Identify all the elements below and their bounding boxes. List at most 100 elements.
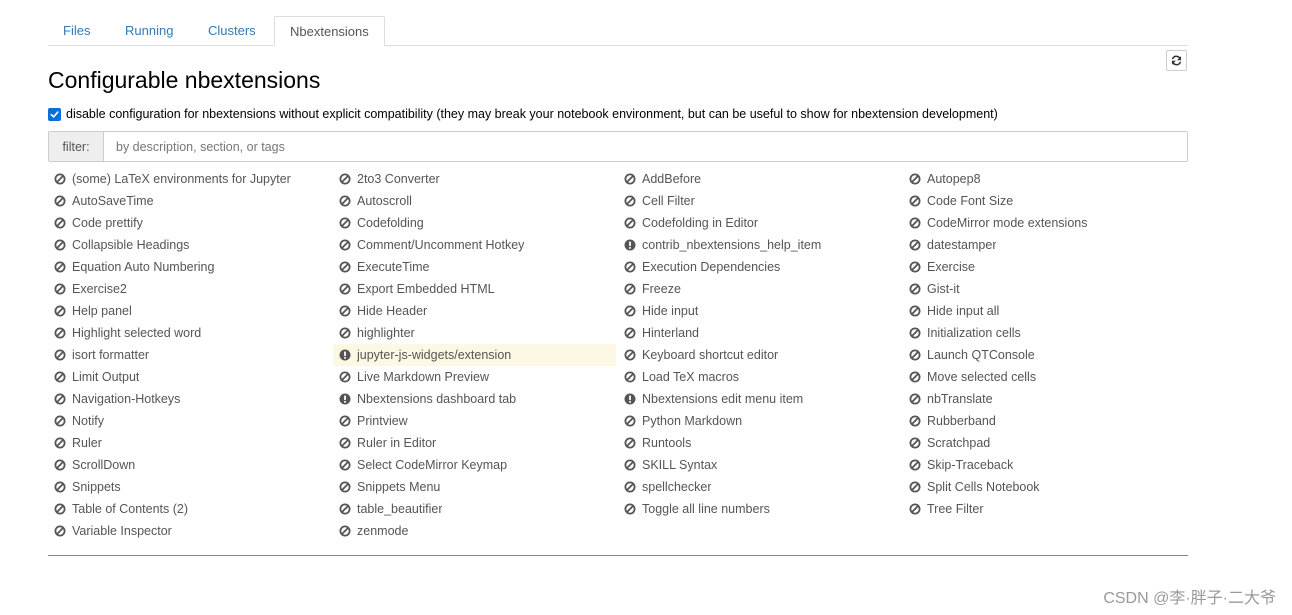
nbextension-label: CodeMirror mode extensions (927, 216, 1088, 230)
nbextension-item[interactable]: Equation Auto Numbering (48, 256, 331, 278)
nbextension-item[interactable]: Variable Inspector (48, 520, 331, 542)
tab-files[interactable]: Files (48, 16, 105, 45)
nbextension-item[interactable]: Code Font Size (903, 190, 1186, 212)
nbextension-item[interactable]: Gist-it (903, 278, 1186, 300)
nbextension-item[interactable]: Tree Filter (903, 498, 1186, 520)
checkmark-icon (50, 110, 59, 118)
nbextension-item[interactable]: Hide Header (333, 300, 616, 322)
nbextension-item[interactable]: 2to3 Converter (333, 168, 616, 190)
nbextension-label: Execution Dependencies (642, 260, 781, 274)
nbextension-item[interactable]: Table of Contents (2) (48, 498, 331, 520)
nbextension-item[interactable]: Cell Filter (618, 190, 901, 212)
nbextension-item[interactable]: Load TeX macros (618, 366, 901, 388)
nbextension-item[interactable]: Runtools (618, 432, 901, 454)
refresh-button[interactable] (1166, 50, 1187, 71)
nbextension-item[interactable]: contrib_nbextensions_help_item (618, 234, 901, 256)
divider (48, 555, 1188, 556)
nbextension-item[interactable]: Notify (48, 410, 331, 432)
nbextension-item[interactable]: datestamper (903, 234, 1186, 256)
nbextension-label: Toggle all line numbers (642, 502, 770, 516)
nbextension-item[interactable]: ExecuteTime (333, 256, 616, 278)
nbextension-item[interactable]: Export Embedded HTML (333, 278, 616, 300)
nbextension-item[interactable]: ScrollDown (48, 454, 331, 476)
nbextension-item[interactable]: Python Markdown (618, 410, 901, 432)
nbextension-item[interactable]: Snippets (48, 476, 331, 498)
nbextension-label: Collapsible Headings (72, 238, 190, 252)
nbextension-item[interactable]: Help panel (48, 300, 331, 322)
nbextension-item[interactable]: Hinterland (618, 322, 901, 344)
nbextension-item[interactable]: Exercise (903, 256, 1186, 278)
nbextension-label: Hide input all (927, 304, 1000, 318)
nbextension-label: isort formatter (72, 348, 150, 362)
nbextension-label: datestamper (927, 238, 997, 252)
nbextension-label: AddBefore (642, 172, 702, 186)
nbextension-item[interactable]: jupyter-js-widgets/extension (333, 344, 616, 366)
nbextension-item[interactable]: Autoscroll (333, 190, 616, 212)
exclamation-circle-icon (339, 349, 351, 361)
nbextension-item[interactable]: Live Markdown Preview (333, 366, 616, 388)
ban-icon (339, 437, 351, 449)
tab-clusters[interactable]: Clusters (193, 16, 271, 45)
nbextension-item[interactable]: CodeMirror mode extensions (903, 212, 1186, 234)
nbextension-item[interactable]: Comment/Uncomment Hotkey (333, 234, 616, 256)
nbextension-item[interactable]: Navigation-Hotkeys (48, 388, 331, 410)
nbextension-item[interactable]: Codefolding in Editor (618, 212, 901, 234)
nbextension-label: Code prettify (72, 216, 143, 230)
ban-icon (339, 459, 351, 471)
nbextension-label: Hide input (642, 304, 699, 318)
ban-icon (339, 327, 351, 339)
nbextension-item[interactable]: Codefolding (333, 212, 616, 234)
nbextension-item[interactable]: Skip-Traceback (903, 454, 1186, 476)
nbextension-item[interactable]: (some) LaTeX environments for Jupyter (48, 168, 331, 190)
nbextension-label: Exercise (927, 260, 975, 274)
filter-group: filter: (48, 131, 1188, 162)
nbextension-item[interactable]: nbTranslate (903, 388, 1186, 410)
ban-icon (54, 217, 66, 229)
nbextension-item[interactable]: Ruler (48, 432, 331, 454)
ban-icon (624, 503, 636, 515)
nbextension-item[interactable]: Initialization cells (903, 322, 1186, 344)
nbextension-item[interactable]: Collapsible Headings (48, 234, 331, 256)
nbextension-item[interactable]: Launch QTConsole (903, 344, 1186, 366)
nbextension-label: Gist-it (927, 282, 960, 296)
nbextension-item[interactable]: spellchecker (618, 476, 901, 498)
nbextension-item[interactable]: Rubberband (903, 410, 1186, 432)
ban-icon (54, 283, 66, 295)
tab-running[interactable]: Running (110, 16, 188, 45)
nbextension-item[interactable]: AddBefore (618, 168, 901, 190)
nbextension-item[interactable]: Freeze (618, 278, 901, 300)
nbextension-label: SKILL Syntax (642, 458, 718, 472)
nbextension-item[interactable]: Nbextensions dashboard tab (333, 388, 616, 410)
nbextension-item[interactable]: Limit Output (48, 366, 331, 388)
nbextension-item[interactable]: SKILL Syntax (618, 454, 901, 476)
nbextension-item[interactable]: Highlight selected word (48, 322, 331, 344)
nbextension-item[interactable]: Toggle all line numbers (618, 498, 901, 520)
ban-icon (339, 481, 351, 493)
nbextension-item[interactable]: Execution Dependencies (618, 256, 901, 278)
nbextension-item[interactable]: table_beautifier (333, 498, 616, 520)
nbextension-item[interactable]: Exercise2 (48, 278, 331, 300)
nbextension-item[interactable]: Keyboard shortcut editor (618, 344, 901, 366)
nbextension-item[interactable]: AutoSaveTime (48, 190, 331, 212)
ban-icon (339, 415, 351, 427)
nbextension-item[interactable]: Ruler in Editor (333, 432, 616, 454)
nbextension-item[interactable]: Nbextensions edit menu item (618, 388, 901, 410)
compat-checkbox[interactable] (48, 107, 61, 121)
filter-input[interactable] (104, 132, 1187, 161)
nbextension-item[interactable]: zenmode (333, 520, 616, 542)
nbextension-item[interactable]: Autopep8 (903, 168, 1186, 190)
nbextension-item[interactable]: Snippets Menu (333, 476, 616, 498)
nbextension-item[interactable]: highlighter (333, 322, 616, 344)
nbextension-item[interactable]: Hide input (618, 300, 901, 322)
nbextension-item[interactable]: Printview (333, 410, 616, 432)
nbextension-item[interactable]: isort formatter (48, 344, 331, 366)
nbextension-item[interactable]: Hide input all (903, 300, 1186, 322)
nbextension-label: Tree Filter (927, 502, 984, 516)
nbextension-item[interactable]: Scratchpad (903, 432, 1186, 454)
nbextension-item[interactable]: Select CodeMirror Keymap (333, 454, 616, 476)
tab-nbextensions[interactable]: Nbextensions (274, 16, 385, 46)
nbextension-label: Help panel (72, 304, 132, 318)
nbextension-item[interactable]: Code prettify (48, 212, 331, 234)
nbextension-item[interactable]: Split Cells Notebook (903, 476, 1186, 498)
nbextension-item[interactable]: Move selected cells (903, 366, 1186, 388)
